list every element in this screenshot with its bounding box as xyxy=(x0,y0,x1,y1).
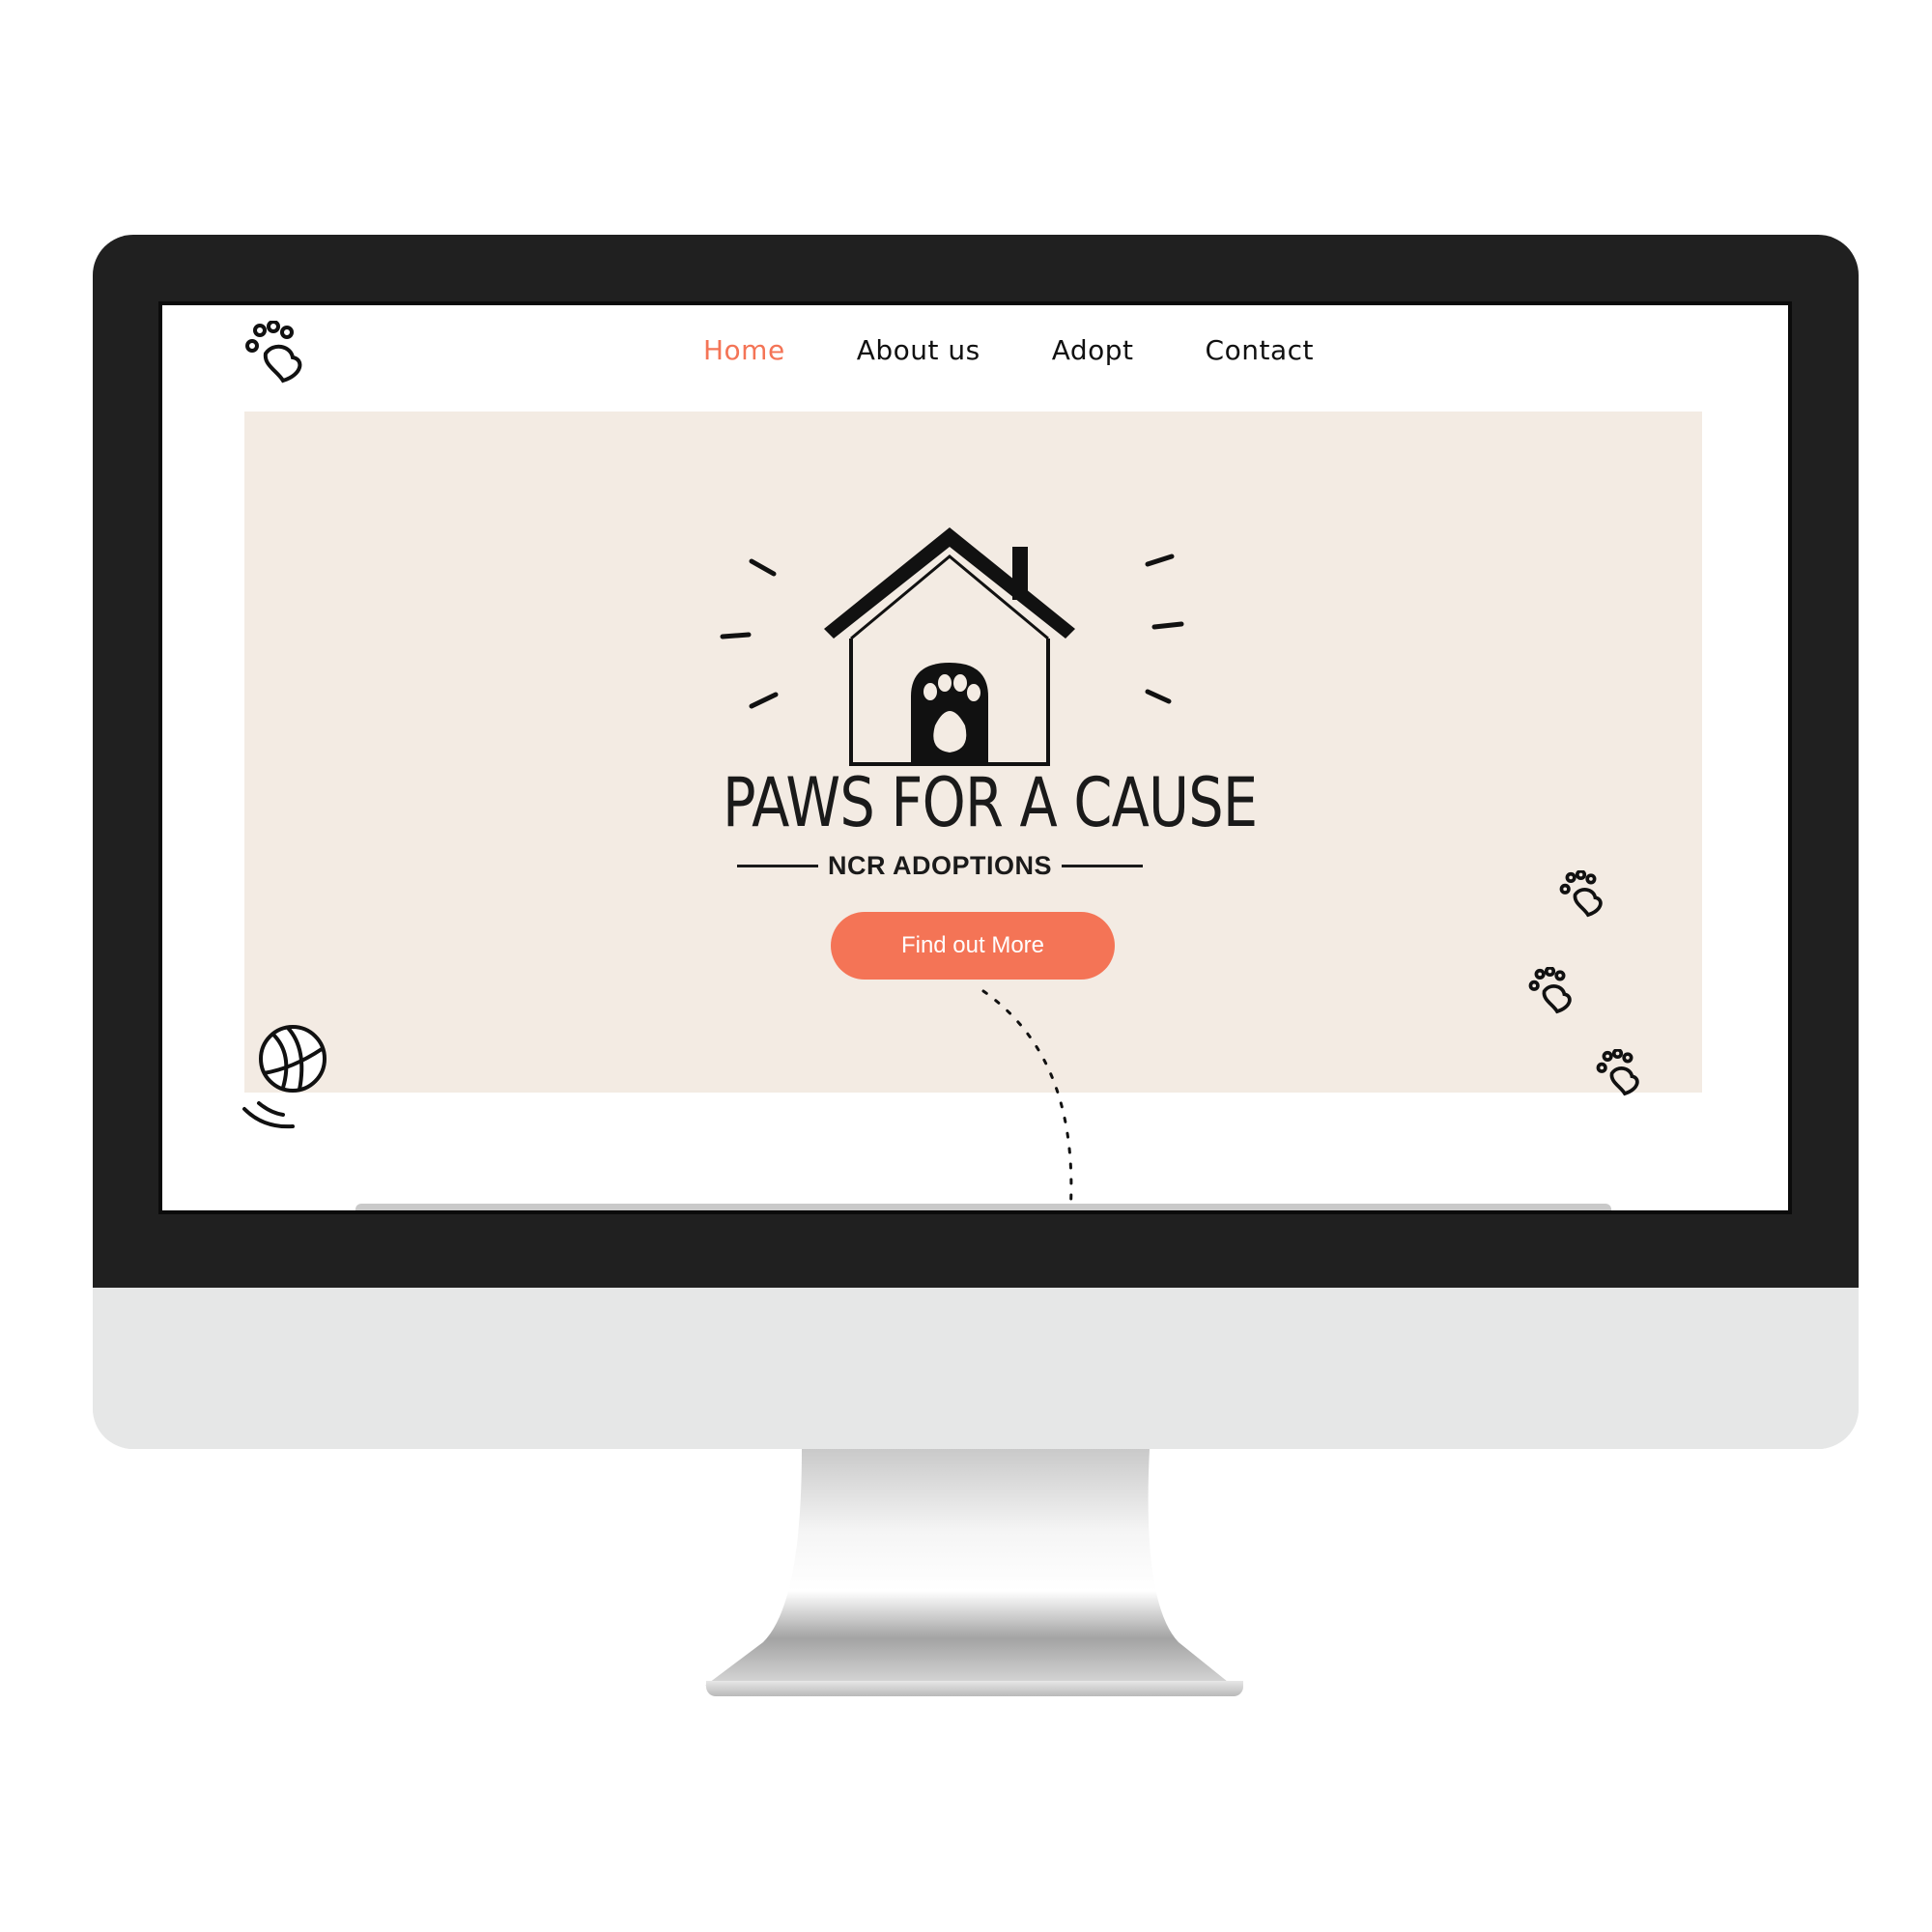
nav-home[interactable]: Home xyxy=(703,334,785,366)
brand-subtitle-text: NCR ADOPTIONS xyxy=(828,851,1053,880)
house-paw-logo xyxy=(720,527,1184,766)
monitor: Home About us Adopt Contact PAWS FOR A C… xyxy=(93,235,1859,1449)
paw-heart-icon xyxy=(1528,967,1572,1014)
paw-heart-icon xyxy=(1559,870,1603,918)
site-header: Home About us Adopt Contact xyxy=(162,305,1788,412)
yarn-ball-icon xyxy=(242,1025,327,1129)
subtitle-rule-right xyxy=(1062,865,1144,867)
nav-adopt[interactable]: Adopt xyxy=(1052,334,1134,366)
content-card-edge xyxy=(355,1204,1611,1210)
monitor-stand xyxy=(705,1449,1233,1686)
monitor-chin xyxy=(93,1288,1859,1449)
paw-heart-icon xyxy=(1596,1049,1639,1096)
nav-about-us[interactable]: About us xyxy=(857,334,980,366)
nav-contact[interactable]: Contact xyxy=(1206,334,1314,366)
brand-subtitle: NCR ADOPTIONS xyxy=(737,851,1144,881)
screen: Home About us Adopt Contact PAWS FOR A C… xyxy=(158,301,1792,1214)
paw-heart-icon[interactable] xyxy=(244,321,306,388)
dashed-trail xyxy=(981,989,1073,1210)
main-nav: Home About us Adopt Contact xyxy=(703,334,1385,366)
monitor-stand-foot xyxy=(706,1681,1243,1696)
subtitle-rule-left xyxy=(737,865,818,867)
find-out-more-button[interactable]: Find out More xyxy=(831,912,1115,980)
brand-title: PAWS FOR A CAUSE xyxy=(723,763,1258,842)
